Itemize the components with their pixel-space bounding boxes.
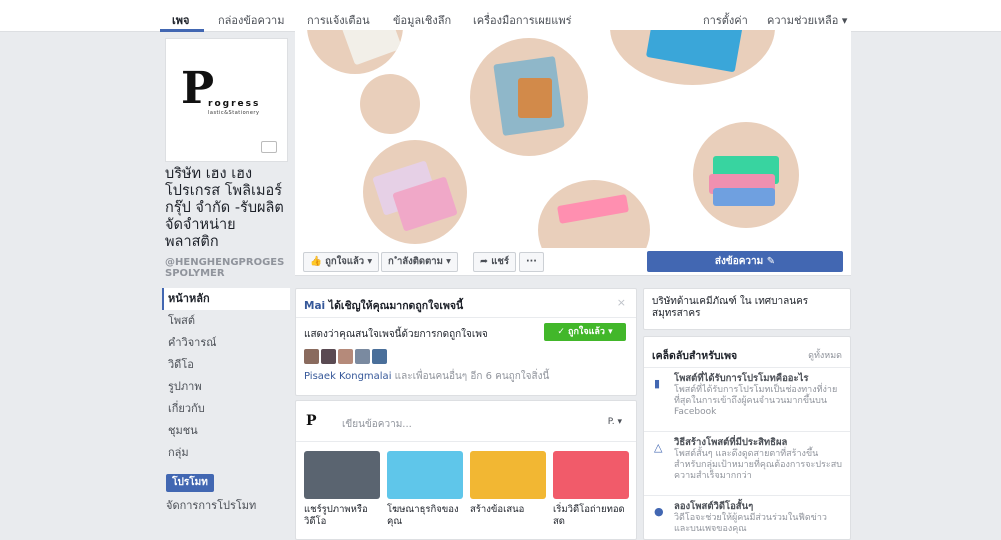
nav-groups[interactable]: กลุ่ม xyxy=(162,442,290,464)
product-clear-folder xyxy=(341,30,403,66)
left-navigation: หน้าหลัก โพสต์ คำวิจารณ์ วิดีโอ รูปภาพ เ… xyxy=(162,288,290,464)
tip-title: ลองโพสต์วิดีโอสั้นๆ xyxy=(674,501,754,512)
product-blue-folder xyxy=(645,30,745,73)
invite-title-text: ได้เชิญให้คุณมากดถูกใจเพจนี้ xyxy=(325,300,464,312)
bar-chart-icon: ▮ xyxy=(654,377,661,390)
share-photo-video-tile[interactable] xyxy=(304,451,380,499)
product-circle xyxy=(610,30,775,85)
page-tips-card: เคล็ดลับสำหรับเพจ ดูทั้งหมด ▮ โพสต์ที่ได… xyxy=(643,336,851,540)
logo-wordmark: rogress xyxy=(208,99,261,109)
product-circle xyxy=(360,74,420,134)
manage-promotions-link[interactable]: จัดการการโปรโมท xyxy=(166,496,256,514)
nav-reviews[interactable]: คำวิจารณ์ xyxy=(162,332,290,354)
profile-picture[interactable]: P rogress lastic&Stationery xyxy=(165,38,288,162)
page-category-card: บริษัทด้านเคมีภัณฑ์ ใน เทศบาลนครสมุทรสาค… xyxy=(643,288,851,330)
send-message-button[interactable]: ส่งข้อความ ✎ xyxy=(647,251,843,272)
avatar[interactable] xyxy=(321,349,336,364)
help-menu[interactable]: ความช่วยเหลือ ▾ xyxy=(767,11,847,29)
friend-name-link[interactable]: Pisaek Kongmalai xyxy=(304,371,391,382)
tip-description: โพสต์ที่ได้รับการโปรโมทเป็นช่องทางที่ง่า… xyxy=(674,385,838,417)
tab-publishing-tools[interactable]: เครื่องมือการเผยแพร่ xyxy=(473,11,572,29)
logo-letter-p: P xyxy=(181,63,215,114)
invite-card: Mai ได้เชิญให้คุณมากดถูกใจเพจนี้ × แสดงว… xyxy=(295,288,637,396)
create-offer-tile[interactable] xyxy=(470,451,546,499)
post-composer: P เขียนข้อความ... P. ▾ แชร์รูปภาพหรือวิด… xyxy=(295,400,637,540)
page-action-bar: 👍 ถูกใจแล้ว ▾ ก ำลังติดตาม ▾ ➦ แชร์ ··· … xyxy=(295,248,851,276)
avatar[interactable] xyxy=(355,349,370,364)
tips-heading: เคล็ดลับสำหรับเพจ xyxy=(652,350,738,362)
tip-title: โพสต์ที่ได้รับการโปรโมทคืออะไร xyxy=(674,373,809,384)
friend-avatars xyxy=(304,349,387,365)
page-avatar-icon: P xyxy=(306,413,317,429)
product-cartoon-print xyxy=(518,78,552,118)
start-live-video-tile[interactable] xyxy=(553,451,629,499)
tile-label: เริ่มวิดีโอถ่ายทอดสด xyxy=(553,504,625,527)
tile-label: โฆษณาธุรกิจของคุณ xyxy=(387,504,459,527)
avatar[interactable] xyxy=(338,349,353,364)
see-all-link[interactable]: ดูทั้งหมด xyxy=(808,348,842,362)
product-circle xyxy=(470,38,588,156)
close-icon[interactable]: × xyxy=(617,296,626,309)
nav-community[interactable]: ชุมชน xyxy=(162,420,290,442)
composer-input[interactable]: เขียนข้อความ... xyxy=(342,417,412,432)
divider xyxy=(644,495,850,496)
product-blue-case xyxy=(713,188,775,206)
product-circle xyxy=(307,30,403,74)
liked-button[interactable]: 👍 ถูกใจแล้ว ▾ xyxy=(303,252,380,272)
tip-item[interactable]: △ วิธีสร้างโพสต์ที่มีประสิทธิผล โพสต์สั้… xyxy=(644,437,850,482)
tab-inbox[interactable]: กล่องข้อความ xyxy=(218,11,284,29)
tip-description: โพสต์สั้นๆ และดึงดูดสายตาที่สร้างขึ้นสำห… xyxy=(674,449,842,481)
avatar[interactable] xyxy=(304,349,319,364)
friends-liked-text: Pisaek Kongmalai และเพื่อนคนอื่นๆ อีก 6 … xyxy=(304,369,549,384)
settings-link[interactable]: การตั้งค่า xyxy=(703,11,748,29)
more-button[interactable]: ··· xyxy=(519,252,544,272)
share-button[interactable]: ➦ แชร์ xyxy=(473,252,516,272)
nav-about[interactable]: เกี่ยวกับ xyxy=(162,398,290,420)
promote-button[interactable]: โปรโมท xyxy=(166,474,214,492)
product-circle xyxy=(693,122,799,228)
camera-icon[interactable] xyxy=(261,141,277,153)
tab-notifications[interactable]: การแจ้งเตือน xyxy=(307,11,370,29)
invite-description: แสดงว่าคุณสนใจเพจนี้ด้วยการกดถูกใจเพจ xyxy=(304,329,488,340)
page-title: บริษัท เฮง เฮง โปรเกรส โพลิเมอร์ กรุ๊ป จ… xyxy=(165,166,284,250)
logo-tagline: lastic&Stationery xyxy=(208,110,260,116)
tile-label: แชร์รูปภาพหรือวิดีโอ xyxy=(304,504,368,527)
post-as-selector[interactable]: P. ▾ xyxy=(608,417,622,427)
divider xyxy=(644,431,850,432)
tab-insights[interactable]: ข้อมูลเชิงลึก xyxy=(393,11,451,29)
video-dot-icon: ● xyxy=(654,505,664,518)
advertise-business-tile[interactable] xyxy=(387,451,463,499)
tab-page[interactable]: เพจ xyxy=(172,11,189,29)
divider xyxy=(644,367,850,368)
page-category-text[interactable]: บริษัทด้านเคมีภัณฑ์ ใน เทศบาลนครสมุทรสาค… xyxy=(652,296,842,320)
tip-item[interactable]: ▮ โพสต์ที่ได้รับการโปรโมทคืออะไร โพสต์ที… xyxy=(644,373,850,418)
tip-title: วิธีสร้างโพสต์ที่มีประสิทธิผล xyxy=(674,437,788,448)
like-page-button[interactable]: ✓ ถูกใจแล้ว ▾ xyxy=(544,323,626,341)
avatar[interactable] xyxy=(372,349,387,364)
nav-posts[interactable]: โพสต์ xyxy=(162,310,290,332)
invite-title: Mai ได้เชิญให้คุณมากดถูกใจเพจนี้ xyxy=(304,297,463,314)
top-navigation: เพจ กล่องข้อความ การแจ้งเตือน ข้อมูลเชิง… xyxy=(0,0,1001,32)
page-username[interactable]: @HENGHENGPROGESSPOLYMER xyxy=(165,257,290,279)
nav-videos[interactable]: วิดีโอ xyxy=(162,354,290,376)
divider xyxy=(296,441,636,442)
inviter-name[interactable]: Mai xyxy=(304,300,325,312)
tip-description: วิดีโอจะช่วยให้ผู้คนมีส่วนร่วมในฟีดข่าวแ… xyxy=(674,513,827,534)
nav-home[interactable]: หน้าหลัก xyxy=(162,288,290,310)
tile-label: สร้างข้อเสนอ xyxy=(470,504,525,515)
following-button[interactable]: ก ำลังติดตาม ▾ xyxy=(381,252,458,272)
cover-photo[interactable] xyxy=(295,30,851,248)
nav-photos[interactable]: รูปภาพ xyxy=(162,376,290,398)
triangle-icon: △ xyxy=(654,441,663,454)
product-pencil-case xyxy=(556,194,630,224)
active-tab-indicator xyxy=(160,29,204,32)
friends-liked-rest: และเพื่อนคนอื่นๆ อีก 6 คนถูกใจสิ่งนี้ xyxy=(391,371,550,382)
product-circle xyxy=(363,140,467,244)
divider xyxy=(296,317,636,318)
product-circle xyxy=(538,180,650,248)
tip-item[interactable]: ● ลองโพสต์วิดีโอสั้นๆ วิดีโอจะช่วยให้ผู้… xyxy=(644,501,850,535)
